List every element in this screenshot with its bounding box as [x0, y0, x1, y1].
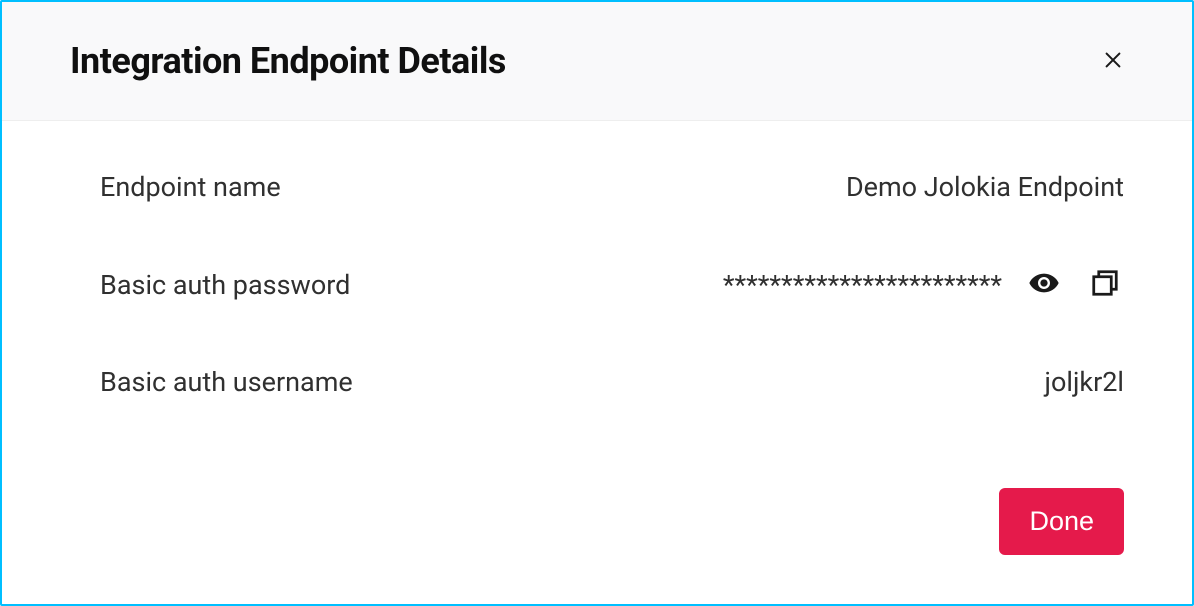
- close-icon: [1102, 49, 1124, 74]
- endpoint-name-value: Demo Jolokia Endpoint: [846, 171, 1124, 203]
- password-value: ************************: [723, 269, 1002, 301]
- done-button[interactable]: Done: [999, 488, 1124, 555]
- password-row: Basic auth password ********************…: [100, 263, 1124, 306]
- modal-footer: Done: [2, 488, 1192, 595]
- reveal-password-button[interactable]: [1024, 263, 1064, 306]
- modal-body: Endpoint name Demo Jolokia Endpoint Basi…: [2, 121, 1192, 488]
- copy-password-button[interactable]: [1086, 264, 1124, 305]
- close-button[interactable]: [1094, 41, 1132, 82]
- endpoint-name-row: Endpoint name Demo Jolokia Endpoint: [100, 171, 1124, 203]
- endpoint-name-label: Endpoint name: [100, 171, 281, 203]
- username-label: Basic auth username: [100, 366, 353, 398]
- copy-icon: [1090, 268, 1120, 301]
- modal-title: Integration Endpoint Details: [70, 40, 506, 82]
- username-row: Basic auth username joljkr2l: [100, 366, 1124, 398]
- username-value: joljkr2l: [1045, 366, 1124, 398]
- password-label: Basic auth password: [100, 269, 350, 301]
- modal-header: Integration Endpoint Details: [2, 2, 1192, 121]
- eye-icon: [1028, 267, 1060, 302]
